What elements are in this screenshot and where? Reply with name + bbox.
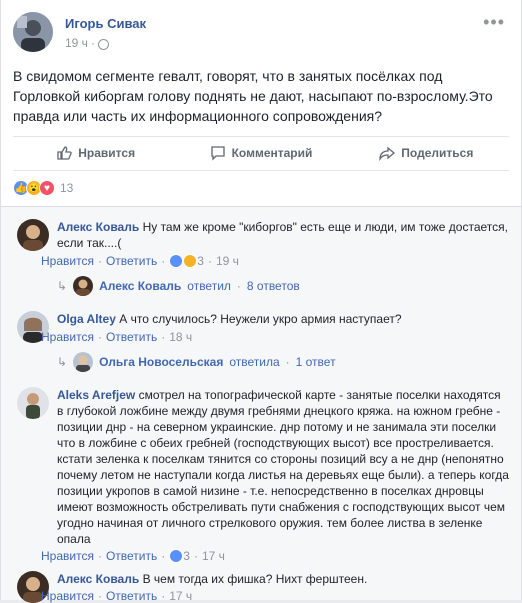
comment-body: Olga Altey А что случилось? Неужели укро… — [57, 311, 509, 327]
separator: · — [97, 589, 102, 603]
separator: · — [207, 254, 212, 268]
like-reaction-icon — [169, 549, 184, 563]
comment-actions: Нравится · Ответить · 3 · 17 ч — [41, 549, 225, 563]
comment-text: смотрел на топографической карте - занят… — [57, 388, 509, 546]
reply-verb: ответила — [229, 355, 280, 369]
reply-verb: ответил — [187, 279, 231, 293]
comment-actions: Нравится · Ответить · 18 ч — [41, 330, 192, 344]
separator: · — [193, 549, 198, 563]
divider — [13, 170, 509, 171]
sad-reaction-icon — [183, 254, 198, 268]
comments-section: Алекс Коваль Ну там же кроме "киборгов" … — [1, 206, 521, 603]
comment-text: В чем тогда их фишка? Нихт ферштеен. — [142, 572, 368, 586]
comment-body: Aleks Arefjew смотрел на топографической… — [57, 387, 509, 547]
reply-count: 8 ответов — [246, 279, 300, 293]
replies-link[interactable]: ↳ Алекс Коваль ответил · 8 ответов — [57, 276, 300, 296]
comment-reaction-count[interactable]: 3 — [183, 549, 190, 563]
separator: · — [97, 549, 102, 563]
comment-body: Алекс Коваль В чем тогда их фишка? Нихт … — [57, 571, 509, 587]
comment-body: Алекс Коваль Ну там же кроме "киборгов" … — [57, 219, 509, 251]
author-avatar[interactable] — [13, 12, 53, 52]
comment-time[interactable]: 17 ч — [169, 589, 192, 603]
like-reaction-icon — [169, 254, 184, 268]
commenter-name[interactable]: Алекс Коваль — [57, 572, 139, 586]
separator: · — [161, 330, 166, 344]
share-icon — [379, 146, 396, 161]
comment-actions: Нравится · Ответить · 17 ч — [41, 589, 192, 603]
like-button[interactable]: Нравится — [13, 138, 178, 168]
reply-avatar — [73, 352, 94, 372]
love-reaction-icon: ♥ — [39, 180, 55, 196]
more-options-icon[interactable]: ••• — [483, 12, 505, 33]
author-name[interactable]: Игорь Сивак — [65, 16, 146, 31]
divider — [13, 136, 509, 137]
comment-like-link[interactable]: Нравится — [41, 254, 94, 268]
replies-link[interactable]: ↳ Ольга Новосельская ответила · 1 ответ — [57, 352, 336, 372]
thumbs-up-icon — [57, 146, 72, 160]
separator: · — [97, 254, 102, 268]
post-time[interactable]: 19 ч — [65, 36, 88, 50]
post-meta: 19 ч · — [65, 36, 109, 50]
separator: · — [97, 330, 102, 344]
comment-avatar[interactable] — [17, 387, 49, 419]
share-button[interactable]: Поделиться — [344, 138, 509, 168]
commenter-name[interactable]: Алекс Коваль — [57, 220, 139, 234]
separator: · — [161, 254, 166, 268]
comment: Aleks Arefjew смотрел на топографической… — [17, 387, 509, 547]
comment-label: Комментарий — [231, 146, 313, 160]
reply-count: 1 ответ — [295, 355, 336, 369]
comment-time[interactable]: 19 ч — [216, 254, 239, 268]
post-card: Игорь Сивак 19 ч · ••• В свидомом сегмен… — [0, 0, 522, 603]
comment-reply-link[interactable]: Ответить — [106, 254, 157, 268]
reply-arrow-icon: ↳ — [57, 355, 68, 369]
reply-author: Алекс Коваль — [99, 279, 182, 293]
reactions-count: 13 — [60, 181, 74, 195]
post-actions: Нравится Комментарий Поделиться — [13, 138, 509, 168]
commenter-name[interactable]: Olga Altey — [57, 312, 116, 326]
comment-avatar[interactable] — [17, 219, 49, 251]
comment-reaction-count[interactable]: 3 — [197, 254, 204, 268]
comment-reply-link[interactable]: Ответить — [106, 589, 157, 603]
comment-button[interactable]: Комментарий — [178, 138, 343, 168]
post-text: В свидомом сегменте гевалт, говорят, что… — [13, 68, 493, 124]
separator: · — [90, 36, 95, 50]
separator: · — [236, 279, 241, 293]
reply-arrow-icon: ↳ — [57, 279, 68, 293]
comment-time[interactable]: 18 ч — [169, 330, 192, 344]
comment-icon — [210, 146, 225, 161]
reply-author: Ольга Новосельская — [99, 355, 224, 369]
reply-avatar — [73, 276, 94, 296]
comment-like-link[interactable]: Нравится — [41, 330, 94, 344]
comment-time[interactable]: 17 ч — [202, 549, 225, 563]
share-label: Поделиться — [401, 146, 474, 160]
post-header: Игорь Сивак 19 ч · ••• — [13, 12, 509, 56]
comment-like-link[interactable]: Нравится — [41, 549, 94, 563]
reactions-summary[interactable]: 👍 😮 ♥ 13 — [13, 180, 73, 196]
separator: · — [161, 549, 166, 563]
comment-reply-link[interactable]: Ответить — [106, 330, 157, 344]
comment-actions: Нравится · Ответить · 3 · 19 ч — [41, 254, 239, 268]
separator: · — [161, 589, 166, 603]
commenter-name[interactable]: Aleks Arefjew — [57, 388, 135, 402]
comment-reply-link[interactable]: Ответить — [106, 549, 157, 563]
globe-icon — [97, 38, 109, 50]
separator: · — [285, 355, 290, 369]
comment-text: А что случилось? Неужели укро армия наст… — [119, 312, 402, 326]
comment-like-link[interactable]: Нравится — [41, 589, 94, 603]
like-label: Нравится — [78, 146, 136, 160]
